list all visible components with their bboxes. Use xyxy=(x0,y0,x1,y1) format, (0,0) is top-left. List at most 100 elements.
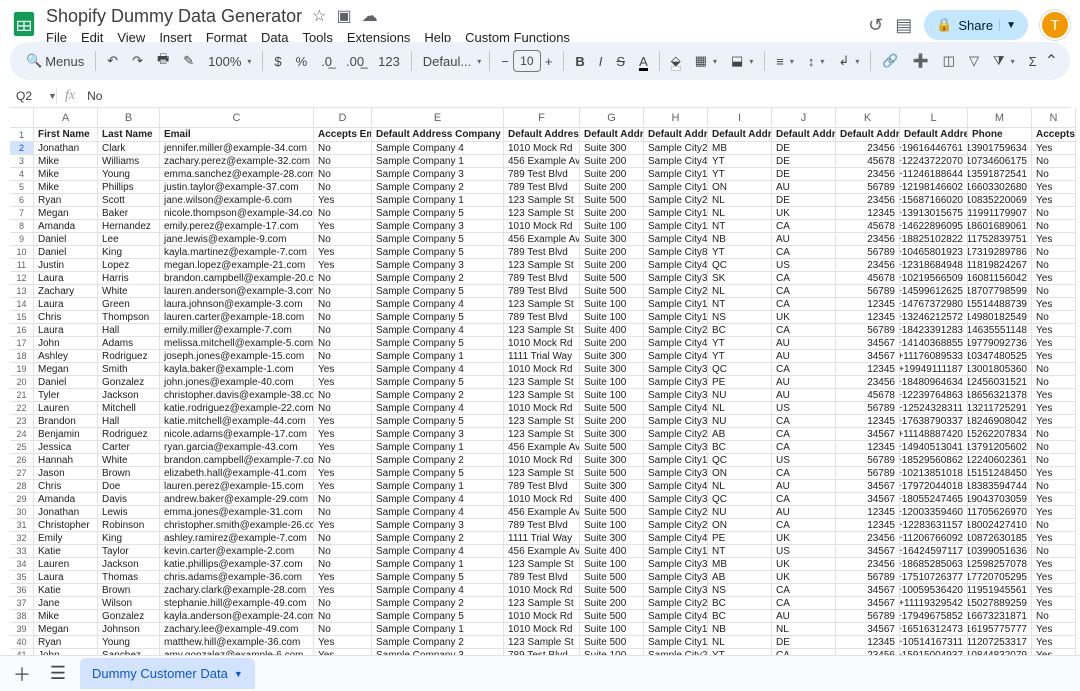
cell[interactable]: Brown xyxy=(98,584,160,597)
cell[interactable]: Daniel xyxy=(34,233,98,246)
row-header[interactable]: 37 xyxy=(10,597,34,610)
cell[interactable]: Lauren xyxy=(34,558,98,571)
cell[interactable]: +11951945561 xyxy=(968,584,1032,597)
col-header-L[interactable]: L xyxy=(900,108,968,128)
cell[interactable]: 12345 xyxy=(836,415,900,428)
cell[interactable]: chris.adams@example-36.com xyxy=(160,571,314,584)
header-cell[interactable]: Default Address Address1 xyxy=(504,128,580,142)
cell[interactable]: Yes xyxy=(314,441,372,454)
row-header[interactable]: 21 xyxy=(10,389,34,402)
cell[interactable]: Sample City22 xyxy=(644,597,708,610)
cell[interactable]: Sample Company 1 xyxy=(372,623,504,636)
cell[interactable]: No xyxy=(314,207,372,220)
cell[interactable]: Sample City3 xyxy=(644,363,708,376)
cell[interactable]: 56789 xyxy=(836,324,900,337)
cell[interactable]: lauren.carter@example-18.com xyxy=(160,311,314,324)
cell[interactable]: Suite 300 xyxy=(580,350,644,363)
cell[interactable]: Rodriguez xyxy=(98,428,160,441)
cell[interactable]: DE xyxy=(772,636,836,649)
cell[interactable]: Suite 200 xyxy=(580,259,644,272)
cell[interactable]: Jason xyxy=(34,467,98,480)
row-header[interactable]: 35 xyxy=(10,571,34,584)
toolbar-collapse-icon[interactable]: ⌃ xyxy=(1045,51,1066,71)
bold-button[interactable]: B xyxy=(569,50,590,73)
cell[interactable]: Hannah xyxy=(34,454,98,467)
star-icon[interactable]: ☆ xyxy=(312,9,326,25)
cell[interactable]: Doe xyxy=(98,480,160,493)
cell[interactable]: Sample City14 xyxy=(644,181,708,194)
merge-button[interactable]: ⬓ xyxy=(725,49,759,73)
cell[interactable]: Suite 200 xyxy=(580,415,644,428)
cell[interactable]: Sample Company 5 xyxy=(372,311,504,324)
cell[interactable]: Suite 300 xyxy=(580,233,644,246)
cell[interactable]: YT xyxy=(708,168,772,181)
cell[interactable]: +10213851018 xyxy=(900,467,968,480)
cell[interactable]: 34567 xyxy=(836,480,900,493)
cell[interactable]: 789 Test Blvd xyxy=(504,311,580,324)
cell[interactable]: +13211725291 xyxy=(968,402,1032,415)
cell[interactable]: CA xyxy=(772,597,836,610)
cell[interactable]: jane.lewis@example-9.com xyxy=(160,233,314,246)
cell[interactable]: Sample Company 3 xyxy=(372,168,504,181)
cell[interactable]: Sample City14 xyxy=(644,220,708,233)
cell[interactable]: +13901759634 xyxy=(968,142,1032,155)
cell[interactable]: No xyxy=(314,597,372,610)
cell[interactable]: +18707798599 xyxy=(968,285,1032,298)
cell[interactable]: Sample City4 xyxy=(644,155,708,168)
cell[interactable]: Mike xyxy=(34,610,98,623)
zoom-select[interactable]: 100% xyxy=(202,50,257,73)
cell[interactable]: CA xyxy=(772,246,836,259)
cell[interactable]: megan.lopez@example-21.com xyxy=(160,259,314,272)
doc-title[interactable]: Shopify Dummy Data Generator xyxy=(46,6,302,27)
row-header[interactable]: 38 xyxy=(10,610,34,623)
row-header[interactable]: 14 xyxy=(10,298,34,311)
cell[interactable]: NL xyxy=(772,623,836,636)
cell[interactable]: 23456 xyxy=(836,259,900,272)
cell[interactable]: Zachary xyxy=(34,285,98,298)
cell[interactable]: Sample Company 2 xyxy=(372,597,504,610)
row-header[interactable]: 15 xyxy=(10,311,34,324)
cell[interactable]: +11705626970 xyxy=(968,506,1032,519)
cell[interactable]: No xyxy=(314,402,372,415)
cell[interactable]: 34567 xyxy=(836,623,900,636)
cell[interactable]: No xyxy=(1032,155,1076,168)
cell[interactable]: Yes xyxy=(314,415,372,428)
cell[interactable]: Sample Company 1 xyxy=(372,350,504,363)
add-sheet-button[interactable]: ＋ xyxy=(8,660,36,688)
cell[interactable]: 789 Test Blvd xyxy=(504,480,580,493)
row-header[interactable]: 7 xyxy=(10,207,34,220)
row-header[interactable]: 3 xyxy=(10,155,34,168)
cell[interactable]: Lewis xyxy=(98,506,160,519)
cell[interactable]: CA xyxy=(772,324,836,337)
wrap-button[interactable]: ↲ xyxy=(832,49,865,73)
cell[interactable]: 789 Test Blvd xyxy=(504,181,580,194)
cell[interactable]: Suite 300 xyxy=(580,532,644,545)
cell[interactable]: US xyxy=(772,259,836,272)
cell[interactable]: Young xyxy=(98,636,160,649)
cell[interactable]: +18480964634 xyxy=(900,376,968,389)
cell[interactable]: Yes xyxy=(314,428,372,441)
cell[interactable]: 12345 xyxy=(836,363,900,376)
header-cell[interactable]: Email xyxy=(160,128,314,142)
cell[interactable]: Yes xyxy=(314,571,372,584)
cell[interactable]: 34567 xyxy=(836,584,900,597)
cell[interactable]: +13246212572 xyxy=(900,311,968,324)
cell[interactable]: Megan xyxy=(34,623,98,636)
cell[interactable]: AU xyxy=(772,506,836,519)
cell[interactable]: 56789 xyxy=(836,181,900,194)
cell[interactable]: +11246188644 xyxy=(900,168,968,181)
cell[interactable]: CA xyxy=(772,519,836,532)
cell[interactable]: +16603302680 xyxy=(968,181,1032,194)
cell[interactable]: Carter xyxy=(98,441,160,454)
cell[interactable]: NL xyxy=(708,194,772,207)
cell[interactable]: 56789 xyxy=(836,402,900,415)
cell[interactable]: Laura xyxy=(34,298,98,311)
cell[interactable]: Jonathan xyxy=(34,142,98,155)
cell[interactable]: joseph.jones@example-15.com xyxy=(160,350,314,363)
row-header[interactable]: 24 xyxy=(10,428,34,441)
undo-button[interactable]: ↶ xyxy=(101,49,124,73)
cell[interactable]: NS xyxy=(708,311,772,324)
fill-color-button[interactable]: ⬙ xyxy=(665,49,687,73)
cell[interactable]: +16673231871 xyxy=(968,610,1032,623)
cell[interactable]: 56789 xyxy=(836,610,900,623)
